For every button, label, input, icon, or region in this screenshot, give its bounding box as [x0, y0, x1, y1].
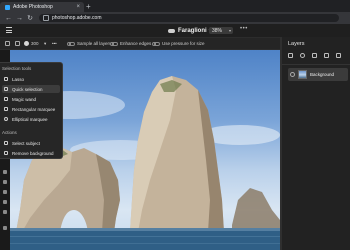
- sample-all-layers-toggle[interactable]: [67, 41, 75, 46]
- layer-row-background[interactable]: Background: [288, 68, 348, 81]
- enhance-edges-toggle[interactable]: [110, 41, 118, 46]
- sample-all-layers-label: Sample all layers: [77, 41, 112, 46]
- forward-button[interactable]: →: [16, 15, 23, 22]
- layer-thumbnail: [298, 70, 307, 79]
- add-layer-icon[interactable]: [288, 53, 293, 58]
- chevron-down-icon[interactable]: ▾: [44, 41, 46, 47]
- action-label: Select subject: [12, 140, 41, 146]
- new-tab-button[interactable]: +: [86, 2, 91, 12]
- selection-mode-icon[interactable]: [15, 41, 20, 46]
- action-label: Remove background: [12, 150, 54, 156]
- browser-tab[interactable]: Adobe Photoshop ×: [0, 2, 84, 12]
- tool-label: Lasso: [12, 76, 25, 82]
- layers-panel: Layers Background: [281, 37, 350, 250]
- use-pressure-label: Use pressure for size: [162, 41, 205, 46]
- tool-options-bar: 300 ▾ ••• Sample all layers Enhance edge…: [0, 38, 280, 50]
- menu-icon[interactable]: [6, 27, 12, 33]
- zoom-value: 38%: [212, 27, 223, 34]
- selection-tools-flyout: Selection tools Lasso Quick selection Ma…: [0, 62, 63, 159]
- brush-size-value[interactable]: 300: [31, 41, 39, 46]
- adjustment-layer-icon[interactable]: [300, 53, 305, 58]
- tool-label: Quick selection: [12, 86, 43, 92]
- browser-tabbar: Adobe Photoshop × +: [0, 0, 350, 12]
- tab-close-icon[interactable]: ×: [76, 4, 80, 10]
- cloud-icon: [168, 28, 175, 33]
- tool-icon[interactable]: [3, 170, 7, 174]
- brush-size-icon[interactable]: [24, 41, 29, 46]
- url-field[interactable]: photoshop.adobe.com: [39, 14, 339, 22]
- quick-selection-icon: [4, 87, 8, 91]
- flyout-section-heading: Selection tools: [2, 66, 32, 71]
- tool-elliptical-marquee[interactable]: Elliptical marquee: [2, 115, 60, 123]
- document-title: Faraglioni: [178, 27, 207, 34]
- tool-icon[interactable]: [3, 210, 7, 214]
- tool-magic-wand[interactable]: Magic wand: [2, 95, 60, 103]
- more-options-icon[interactable]: •••: [52, 41, 57, 46]
- mask-icon[interactable]: [312, 53, 317, 58]
- app-topbar: Faraglioni ▾ 38% ▾ •••: [0, 24, 350, 38]
- lock-icon: [43, 15, 49, 21]
- tool-mode-icon[interactable]: [5, 41, 10, 46]
- tool-icon[interactable]: [3, 180, 7, 184]
- more-options-icon[interactable]: •••: [240, 26, 248, 32]
- back-button[interactable]: ←: [5, 15, 12, 22]
- photoshop-favicon-icon: [5, 4, 10, 10]
- tool-label: Rectangular marquee: [12, 106, 56, 112]
- tool-icon[interactable]: [3, 190, 7, 194]
- group-layer-icon[interactable]: [324, 53, 329, 58]
- layers-toolbar: [288, 53, 341, 58]
- chevron-down-icon: ▾: [228, 28, 231, 33]
- enhance-edges-label: Enhance edges: [120, 41, 152, 46]
- remove-background-icon: [4, 151, 8, 155]
- visibility-icon[interactable]: [290, 72, 295, 77]
- rect-marquee-icon: [4, 107, 8, 111]
- select-subject-icon: [4, 141, 8, 145]
- lasso-icon: [4, 77, 8, 81]
- action-remove-background[interactable]: Remove background: [2, 149, 60, 157]
- url-text: photoshop.adobe.com: [52, 15, 102, 21]
- layers-separator: [282, 64, 350, 65]
- magic-wand-icon: [4, 97, 8, 101]
- tool-label: Elliptical marquee: [12, 116, 48, 122]
- zoom-dropdown[interactable]: 38% ▾: [209, 27, 233, 34]
- address-bar: ← → ↻ photoshop.adobe.com: [0, 12, 350, 24]
- layer-name: Background: [310, 72, 335, 77]
- layers-title: Layers: [288, 41, 305, 47]
- tool-icon[interactable]: [3, 200, 7, 204]
- tool-lasso[interactable]: Lasso: [2, 75, 60, 83]
- foreground-color-icon[interactable]: [3, 226, 7, 230]
- flyout-section-heading: Actions: [2, 130, 17, 135]
- ellipse-marquee-icon: [4, 117, 8, 121]
- tool-label: Magic wand: [12, 96, 37, 102]
- action-select-subject[interactable]: Select subject: [2, 139, 60, 147]
- delete-layer-icon[interactable]: [336, 53, 341, 58]
- tool-quick-selection[interactable]: Quick selection: [2, 85, 60, 93]
- document-title-button[interactable]: Faraglioni ▾: [168, 26, 211, 35]
- tool-rectangular-marquee[interactable]: Rectangular marquee: [2, 105, 60, 113]
- use-pressure-toggle[interactable]: [152, 41, 160, 46]
- tab-title: Adobe Photoshop: [13, 4, 53, 10]
- reload-button[interactable]: ↻: [27, 14, 33, 22]
